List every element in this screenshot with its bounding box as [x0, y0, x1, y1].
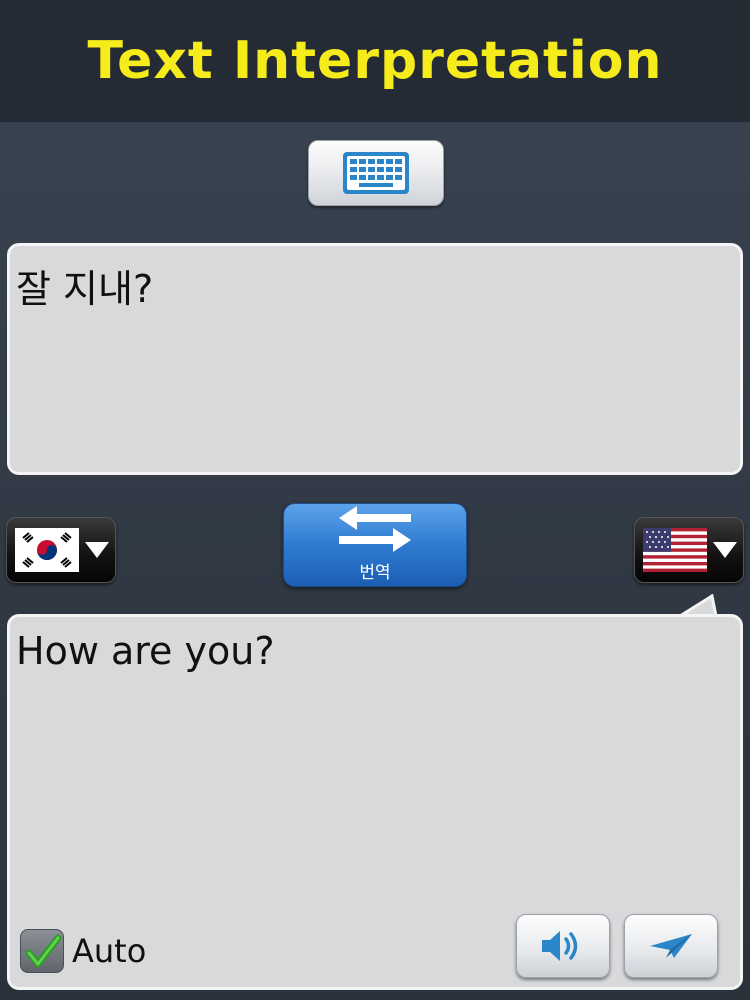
swap-arrows-icon	[339, 506, 411, 552]
output-text: How are you?	[16, 629, 275, 673]
auto-label: Auto	[72, 932, 147, 970]
chevron-down-icon	[85, 542, 109, 558]
keyboard-button[interactable]	[308, 140, 444, 206]
target-language-selector[interactable]	[634, 517, 744, 583]
input-text-area[interactable]: 잘 지내?	[7, 243, 743, 475]
speaker-icon	[542, 931, 578, 961]
checkmark-icon	[25, 934, 62, 968]
speak-button[interactable]	[516, 914, 610, 978]
send-button[interactable]	[624, 914, 718, 978]
translate-button-label: 번역	[359, 563, 391, 583]
paper-plane-icon	[650, 934, 692, 958]
south-korea-flag-icon	[15, 528, 79, 572]
page-title: Text Interpretation	[87, 31, 663, 91]
input-text: 잘 지내?	[16, 267, 154, 311]
auto-checkbox[interactable]	[20, 929, 64, 973]
translate-button[interactable]: 번역	[283, 503, 467, 587]
keyboard-icon	[343, 152, 409, 194]
source-language-selector[interactable]	[6, 517, 116, 583]
auto-toggle[interactable]: Auto	[20, 928, 146, 974]
app-header: Text Interpretation	[0, 0, 750, 122]
united-states-flag-icon	[643, 528, 707, 572]
chevron-down-icon	[713, 542, 737, 558]
